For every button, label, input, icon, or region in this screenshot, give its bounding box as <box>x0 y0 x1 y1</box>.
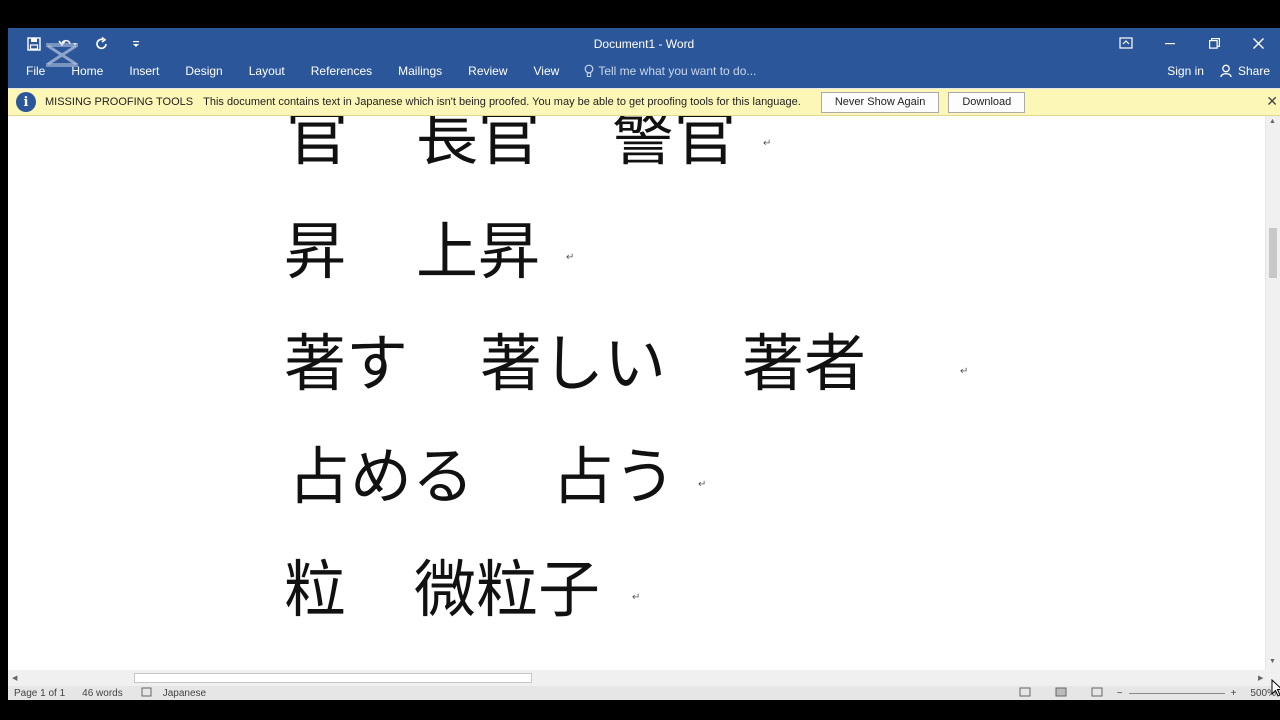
tab-design[interactable]: Design <box>172 59 235 83</box>
paragraph-mark: ↵ <box>566 252 575 263</box>
paragraph-mark: ↵ <box>632 592 641 603</box>
tab-insert[interactable]: Insert <box>116 59 172 83</box>
document-word: 著しい <box>480 327 667 400</box>
zoom-out-icon[interactable]: − <box>1117 688 1123 699</box>
capcut-watermark-icon <box>46 43 78 67</box>
print-layout-icon[interactable] <box>1055 687 1067 700</box>
proofing-status-icon[interactable] <box>141 687 153 700</box>
never-show-again-button[interactable]: Never Show Again <box>820 91 940 113</box>
proofing-infobar: i MISSING PROOFING TOOLS This document c… <box>8 89 1280 116</box>
share-label: Share <box>1237 64 1270 78</box>
window-title: Document1 - Word <box>593 37 695 51</box>
tab-mailings[interactable]: Mailings <box>385 59 455 83</box>
page-count[interactable]: Page 1 of 1 <box>14 688 65 699</box>
word-count[interactable]: 46 words <box>82 688 123 699</box>
document-word: 系 <box>284 662 346 670</box>
document-word: 占う <box>552 440 677 513</box>
restore-icon <box>1208 37 1220 49</box>
download-button[interactable]: Download <box>948 91 1026 113</box>
ribbon-tabs: File Home Insert Design Layout Reference… <box>8 59 756 83</box>
share-button[interactable]: Share <box>1220 64 1270 78</box>
read-mode-icon[interactable] <box>1019 687 1031 700</box>
paragraph-mark: ↵ <box>698 479 707 490</box>
scroll-right-icon[interactable]: ▶ <box>1258 674 1263 682</box>
tab-layout[interactable]: Layout <box>236 59 298 83</box>
window-controls <box>1104 28 1280 58</box>
sign-in-link[interactable]: Sign in <box>1167 64 1204 78</box>
ribbon-display-options-button[interactable] <box>1104 28 1148 58</box>
tell-me-box[interactable]: Tell me what you want to do... <box>584 64 756 78</box>
zoom-in-icon[interactable]: + <box>1231 688 1237 699</box>
horizontal-scroll-thumb[interactable] <box>134 673 532 683</box>
zoom-slider[interactable] <box>1128 692 1225 694</box>
tab-references[interactable]: References <box>298 59 385 83</box>
infobar-title: MISSING PROOFING TOOLS <box>45 96 194 108</box>
web-layout-icon[interactable] <box>1091 687 1103 700</box>
word-window: Document1 - Word File Home Insert Design… <box>8 28 1280 700</box>
restore-button[interactable] <box>1192 28 1236 58</box>
lightbulb-icon <box>584 64 594 77</box>
document-word: 著す <box>284 327 409 400</box>
person-icon <box>1220 64 1232 78</box>
ribbon: Document1 - Word File Home Insert Design… <box>8 28 1280 88</box>
language-indicator[interactable]: Japanese <box>163 688 206 699</box>
document-word: 粒 <box>284 553 347 626</box>
vertical-scrollbar[interactable]: ▲ ▼ <box>1266 116 1280 670</box>
document-word: 上昇 <box>416 215 541 288</box>
document-word: 占める <box>288 440 475 513</box>
vertical-scroll-thumb[interactable] <box>1269 228 1277 278</box>
status-bar: Page 1 of 1 46 words Japanese − + 500% <box>8 686 1280 700</box>
close-infobar-icon[interactable]: ✕ <box>1266 93 1278 110</box>
minimize-button[interactable] <box>1148 28 1192 58</box>
tab-review[interactable]: Review <box>455 59 520 83</box>
tab-view[interactable]: View <box>521 59 573 83</box>
close-icon <box>1252 37 1264 49</box>
scroll-down-icon[interactable]: ▼ <box>1269 658 1276 665</box>
document-word: 系図 <box>414 662 538 670</box>
document-word: 長官 <box>416 116 541 174</box>
minimize-icon <box>1165 43 1175 45</box>
info-icon: i <box>16 92 36 112</box>
tell-me-placeholder: Tell me what you want to do... <box>598 64 757 78</box>
paragraph-mark: ↵ <box>960 366 969 377</box>
document-word: 官 <box>286 116 349 174</box>
document-word: 著者 <box>742 327 867 400</box>
document-word: 警官 <box>612 116 737 174</box>
document-word: 昇 <box>284 215 347 288</box>
scroll-left-icon[interactable]: ◀ <box>12 674 17 682</box>
document-canvas[interactable]: 官 長官 警官 ↵ 昇 上昇 ↵ 著す 著しい 著者 ↵ 占める 占う ↵ 粒 … <box>8 116 1265 670</box>
infobar-message: This document contains text in Japanese … <box>203 96 801 108</box>
scroll-up-icon[interactable]: ▲ <box>1269 118 1276 125</box>
close-button[interactable] <box>1236 28 1280 58</box>
ribbon-display-icon <box>1119 37 1133 49</box>
paragraph-mark: ↵ <box>763 138 772 149</box>
document-word: 微粒子 <box>414 553 601 626</box>
horizontal-scrollbar[interactable]: ◀ ▶ <box>8 670 1280 686</box>
mouse-cursor-icon <box>1271 679 1280 697</box>
account-area: Sign in Share <box>1167 59 1270 83</box>
